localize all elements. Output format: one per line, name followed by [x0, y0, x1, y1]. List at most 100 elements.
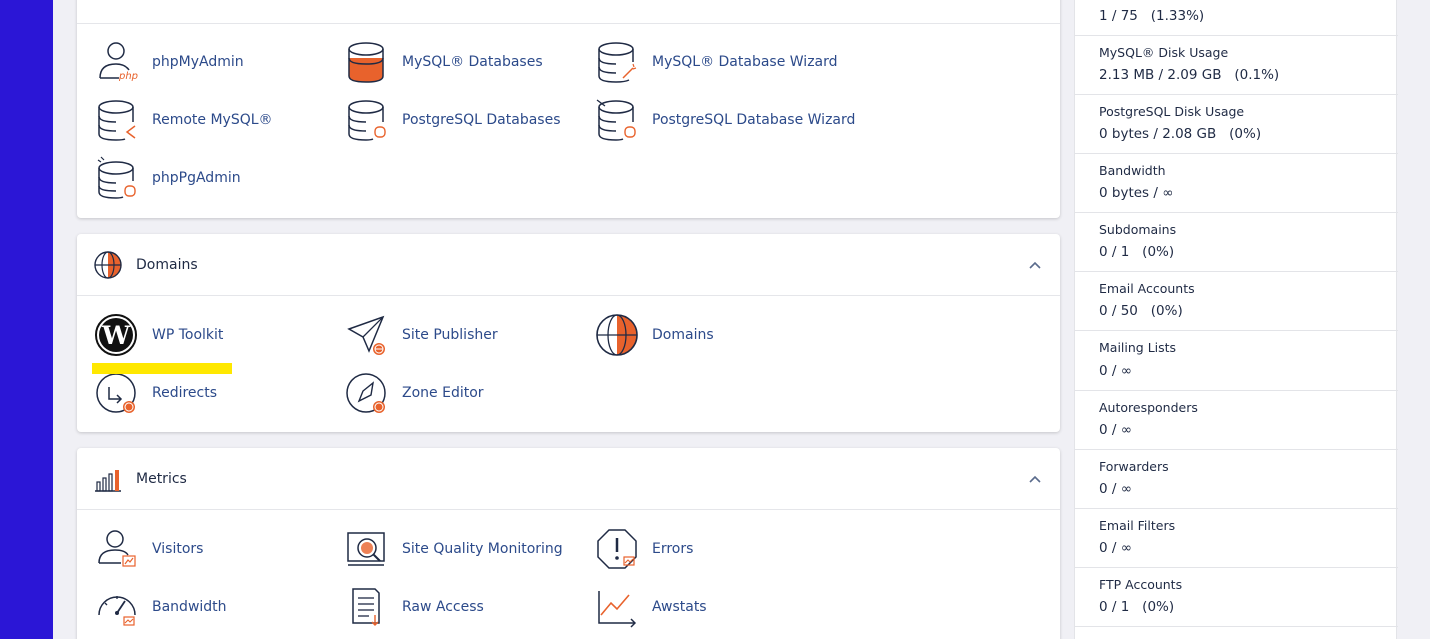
- panel-divider: [77, 23, 1060, 24]
- phpmyadmin-icon: php: [99, 42, 138, 82]
- stat-row: Email Accounts 0 / 50 (0%): [1075, 272, 1398, 331]
- metrics-title: Metrics: [136, 470, 187, 487]
- stat-label: Email Accounts: [1099, 281, 1195, 296]
- mysql-databases-icon: [348, 42, 384, 83]
- zone-editor-link[interactable]: Zone Editor: [345, 371, 484, 415]
- domains-header[interactable]: Domains: [77, 234, 1060, 296]
- stat-value: 0 / ∞: [1099, 481, 1132, 497]
- bandwidth-label: Bandwidth: [152, 599, 227, 615]
- awstats-link[interactable]: Awstats: [595, 585, 707, 629]
- domains-panel: Domains W WP Toolkit Site Publisher Doma…: [77, 234, 1060, 432]
- bandwidth-gauge-icon: [98, 596, 136, 626]
- visitors-link[interactable]: Visitors: [95, 527, 203, 571]
- metrics-header[interactable]: Metrics: [77, 448, 1060, 510]
- wp-toolkit-label: WP Toolkit: [152, 327, 224, 343]
- bandwidth-link[interactable]: Bandwidth: [95, 585, 227, 629]
- chevron-up-icon[interactable]: [1028, 472, 1042, 486]
- sidebar-strip: [0, 0, 53, 639]
- svg-text:W: W: [101, 321, 131, 350]
- zone-editor-label: Zone Editor: [402, 385, 484, 401]
- stat-value: 2.13 MB / 2.09 GB (0.1%): [1099, 67, 1280, 83]
- remote-mysql-link[interactable]: Remote MySQL®: [95, 98, 273, 142]
- remote-mysql-label: Remote MySQL®: [152, 112, 273, 128]
- svg-text:php: php: [118, 71, 138, 82]
- phppgadmin-label: phpPgAdmin: [152, 170, 241, 186]
- stat-value: 0 bytes / ∞: [1099, 185, 1174, 201]
- stat-row: Autoresponders 0 / ∞: [1075, 391, 1398, 450]
- stat-value: 0 / 1 (0%): [1099, 244, 1175, 260]
- stat-value: 0 / 50 (0%): [1099, 303, 1183, 319]
- stat-label: MySQL® Disk Usage: [1099, 45, 1229, 60]
- metrics-panel: Metrics Visitors Site Quality Monitoring: [77, 448, 1060, 639]
- visitors-label: Visitors: [152, 541, 204, 557]
- redirects-icon: [96, 373, 136, 413]
- stat-value: 0 / 1 (0%): [1099, 599, 1175, 615]
- mysql-databases-link[interactable]: MySQL® Databases: [345, 40, 543, 84]
- stat-label: PostgreSQL Disk Usage: [1099, 104, 1245, 119]
- postgresql-wizard-label: PostgreSQL Database Wizard: [652, 112, 856, 128]
- stat-label: Mailing Lists: [1099, 340, 1177, 355]
- mysql-wizard-icon: [598, 42, 637, 83]
- site-quality-label: Site Quality Monitoring: [402, 541, 563, 557]
- stat-row: FTP Accounts 0 / 1 (0%): [1075, 568, 1398, 627]
- mysql-wizard-label: MySQL® Database Wizard: [652, 54, 838, 70]
- globe-icon: [596, 314, 638, 356]
- phpmyadmin-label: phpMyAdmin: [152, 54, 244, 70]
- stat-label: Autoresponders: [1099, 400, 1198, 415]
- domains-link[interactable]: Domains: [595, 313, 714, 357]
- visitors-icon: [98, 530, 136, 567]
- stat-row: Bandwidth 0 bytes / ∞: [1075, 154, 1398, 213]
- highlight-mark: [92, 363, 232, 374]
- remote-mysql-icon: [98, 100, 136, 141]
- site-quality-link[interactable]: Site Quality Monitoring: [345, 527, 563, 571]
- stat-row: PostgreSQL Disk Usage 0 bytes / 2.08 GB …: [1075, 95, 1398, 154]
- site-publisher-icon: [347, 315, 385, 355]
- zone-editor-icon: [346, 373, 386, 413]
- stat-label: Bandwidth: [1099, 163, 1166, 178]
- section-icon: [95, 0, 125, 4]
- errors-icon: [597, 529, 637, 569]
- stat-value: 0 / ∞: [1099, 363, 1132, 379]
- stat-row: Email Filters 0 / ∞: [1075, 509, 1398, 568]
- site-publisher-link[interactable]: Site Publisher: [345, 313, 498, 357]
- phppgadmin-link[interactable]: phpPgAdmin: [95, 156, 241, 200]
- postgresql-databases-icon: [348, 100, 386, 141]
- postgresql-wizard-icon: [596, 99, 636, 141]
- mysql-databases-label: MySQL® Databases: [402, 54, 543, 70]
- stat-value: 1 / 75 (1.33%): [1099, 8, 1205, 24]
- stat-label: Subdomains: [1099, 222, 1177, 237]
- databases-panel: php phpMyAdmin MySQL® Databases MySQL® D…: [77, 0, 1060, 218]
- postgresql-databases-link[interactable]: PostgreSQL Databases: [345, 98, 561, 142]
- domains-title: Domains: [136, 256, 198, 273]
- stat-label: Email Filters: [1099, 518, 1176, 533]
- wordpress-icon: W: [95, 314, 137, 356]
- errors-label: Errors: [652, 541, 694, 557]
- postgresql-databases-label: PostgreSQL Databases: [402, 112, 561, 128]
- stat-value: 0 / ∞: [1099, 422, 1132, 438]
- raw-access-label: Raw Access: [402, 599, 484, 615]
- redirects-link[interactable]: Redirects: [95, 371, 217, 415]
- phpmyadmin-link[interactable]: php phpMyAdmin: [95, 40, 244, 84]
- errors-link[interactable]: Errors: [595, 527, 693, 571]
- stat-label: FTP Accounts: [1099, 577, 1183, 592]
- domains-globe-icon: [94, 250, 122, 279]
- stat-value: 0 bytes / 2.08 GB (0%): [1099, 126, 1262, 142]
- mysql-wizard-link[interactable]: MySQL® Database Wizard: [595, 40, 838, 84]
- stat-row: Forwarders 0 / ∞: [1075, 450, 1398, 509]
- site-publisher-label: Site Publisher: [402, 327, 498, 343]
- raw-access-icon: [352, 588, 380, 626]
- stat-row: MySQL® Disk Usage 2.13 MB / 2.09 GB (0.1…: [1075, 36, 1398, 95]
- postgresql-wizard-link[interactable]: PostgreSQL Database Wizard: [595, 98, 855, 142]
- domains-label: Domains: [652, 327, 714, 343]
- raw-access-link[interactable]: Raw Access: [345, 585, 484, 629]
- stat-row: 1 / 75 (1.33%): [1075, 0, 1398, 36]
- stats-sidebar: 1 / 75 (1.33%) MySQL® Disk Usage 2.13 MB…: [1074, 0, 1398, 639]
- metrics-chart-icon: [95, 469, 121, 492]
- stat-row: Subdomains 0 / 1 (0%): [1075, 213, 1398, 272]
- stat-label: Forwarders: [1099, 459, 1169, 474]
- stat-row: Mailing Lists 0 / ∞: [1075, 331, 1398, 391]
- chevron-up-icon[interactable]: [1028, 258, 1042, 272]
- phppgadmin-icon: [97, 156, 136, 199]
- wp-toolkit-link[interactable]: W WP Toolkit: [95, 313, 223, 357]
- awstats-label: Awstats: [652, 599, 707, 615]
